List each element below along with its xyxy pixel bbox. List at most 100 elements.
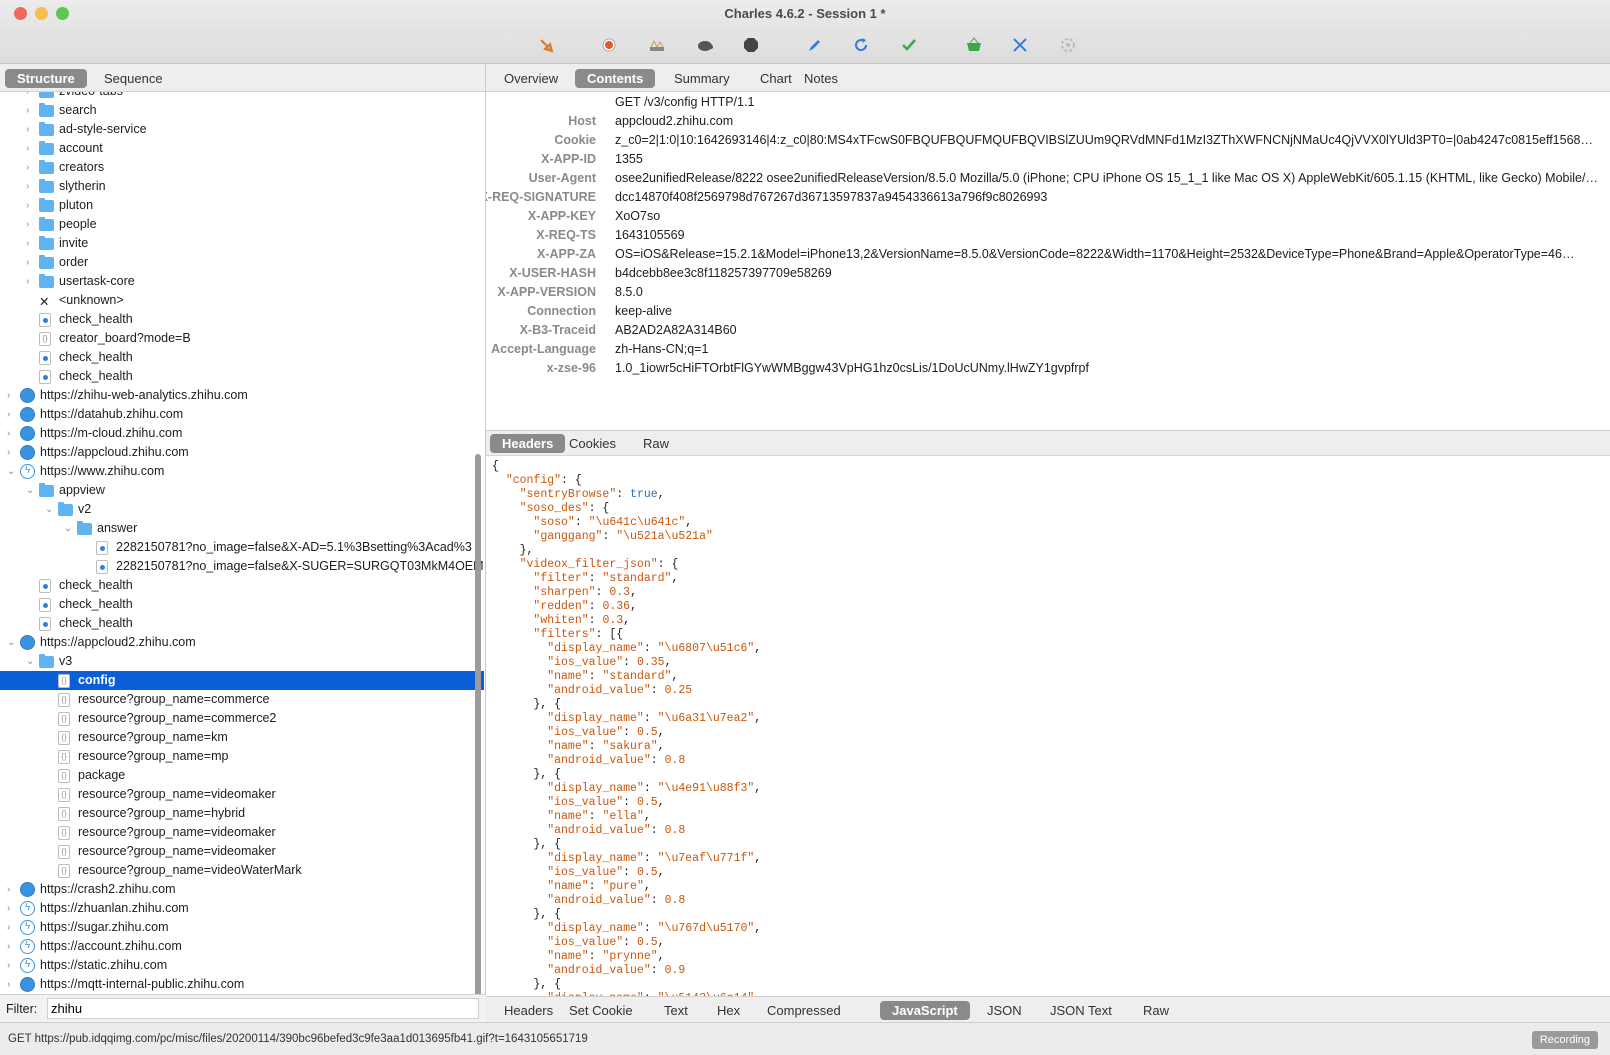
tree-row[interactable]: › https://zhihu-web-analytics.zhihu.com [0,386,484,405]
tree-row[interactable]: › ad-style-service [0,120,484,139]
tree-row[interactable]: › pluton [0,196,484,215]
chevron-down-icon[interactable]: ⌄ [45,500,55,519]
chevron-right-icon[interactable]: › [7,956,17,975]
check-icon[interactable] [900,36,918,54]
header-row[interactable]: Cookie z_c0=2|1:0|10:1642693146|4:z_c0|80… [486,131,1610,150]
tree-row[interactable]: {} resource?group_name=videomaker [0,842,484,861]
tree-row[interactable]: ⌄ v2 [0,500,484,519]
chevron-down-icon[interactable]: ⌄ [26,481,36,500]
tab-headers[interactable]: Headers [490,434,566,453]
tree-row[interactable]: › ϟ https://sugar.zhihu.com [0,918,484,937]
tab-javascript[interactable]: JavaScript [880,1001,970,1020]
turtle-icon[interactable] [696,36,714,54]
tree-row[interactable]: check_health [0,348,484,367]
record-icon[interactable] [600,36,618,54]
header-row[interactable]: User-Agent osee2unifiedRelease/8222 osee2… [486,169,1610,188]
tree-row[interactable]: {} package [0,766,484,785]
chevron-right-icon[interactable]: › [7,443,17,462]
tab-summary[interactable]: Summary [662,69,742,88]
tree-row[interactable]: › slytherin [0,177,484,196]
chevron-right-icon[interactable]: › [7,918,17,937]
tab-hex[interactable]: Hex [705,1001,752,1020]
header-row[interactable]: X-REQ-TS 1643105569 [486,226,1610,245]
tab-resp-raw[interactable]: Raw [1131,1001,1181,1020]
tab-notes[interactable]: Notes [792,69,850,88]
chevron-right-icon[interactable]: › [26,158,36,177]
pen-icon[interactable] [806,36,824,54]
tree-row[interactable]: ⌄ v3 [0,652,484,671]
tree-row[interactable]: ✕ <unknown> [0,291,484,310]
tab-json[interactable]: JSON [975,1001,1034,1020]
chevron-down-icon[interactable]: ⌄ [26,652,36,671]
tree-scrollbar[interactable] [475,454,481,1054]
chevron-right-icon[interactable]: › [7,424,17,443]
filter-input[interactable] [47,998,479,1019]
tree-row[interactable]: › https://mqtt-internal-public.zhihu.com [0,975,484,992]
tree-row[interactable]: check_health [0,576,484,595]
recording-badge[interactable]: Recording [1531,1031,1598,1049]
tree-row[interactable]: ⌄ answer [0,519,484,538]
tab-resp-headers[interactable]: Headers [492,1001,565,1020]
chevron-down-icon[interactable]: ⌄ [7,462,17,481]
tree-row[interactable]: › ϟ https://account.zhihu.com [0,937,484,956]
header-row[interactable]: X-APP-ZA OS=iOS&Release=15.2.1&Model=iPho… [486,245,1610,264]
tree-row[interactable]: › search [0,101,484,120]
header-row[interactable]: Accept-Language zh-Hans-CN;q=1 [486,340,1610,359]
tools-icon[interactable] [1011,36,1029,54]
tree-row[interactable]: ⌄ ϟ https://www.zhihu.com [0,462,484,481]
chevron-right-icon[interactable]: › [7,386,17,405]
tree-row[interactable]: check_health [0,310,484,329]
header-row[interactable]: X-REQ-SIGNATURE dcc14870f408f2569798d7672… [486,188,1610,207]
tree-row[interactable]: {} resource?group_name=commerce2 [0,709,484,728]
broom-icon[interactable] [537,36,555,54]
header-row[interactable]: X-APP-VERSION 8.5.0 [486,283,1610,302]
chevron-right-icon[interactable]: › [26,196,36,215]
request-headers-table[interactable]: GET /v3/config HTTP/1.1 Host appcloud2.zhi… [486,92,1610,430]
tree-row[interactable]: › usertask-core [0,272,484,291]
throttle-icon[interactable] [648,36,666,54]
chevron-right-icon[interactable]: › [26,120,36,139]
tree-row[interactable]: › https://crash2.zhihu.com [0,880,484,899]
response-json-view[interactable]: { "config": { "sentryBrowse": true, "sos… [486,456,1610,996]
chevron-right-icon[interactable]: › [26,215,36,234]
chevron-right-icon[interactable]: › [7,975,17,992]
tree-row[interactable]: 2282150781?no_image=false&X-SUGER=SURGQT… [0,557,484,576]
tab-compressed[interactable]: Compressed [755,1001,853,1020]
tree-row[interactable]: check_health [0,595,484,614]
chevron-right-icon[interactable]: › [7,899,17,918]
chevron-right-icon[interactable]: › [26,101,36,120]
tree-row[interactable]: › ϟ https://zhuanlan.zhihu.com [0,899,484,918]
tab-overview[interactable]: Overview [492,69,570,88]
tab-json-text[interactable]: JSON Text [1038,1001,1124,1020]
tab-set-cookie[interactable]: Set Cookie [557,1001,645,1020]
tree-row[interactable]: {} resource?group_name=commerce [0,690,484,709]
chevron-right-icon[interactable]: › [26,92,36,101]
chevron-right-icon[interactable]: › [26,272,36,291]
header-row[interactable]: X-USER-HASH b4dcebb8ee3c8f118257397709e58… [486,264,1610,283]
chevron-right-icon[interactable]: › [26,139,36,158]
tree-row[interactable]: 2282150781?no_image=false&X-AD=5.1%3Bset… [0,538,484,557]
header-row[interactable]: GET /v3/config HTTP/1.1 [486,93,1610,112]
header-row[interactable]: x-zse-96 1.0_1iowr5cHiFTOrbtFlGYwWMBggw43… [486,359,1610,378]
chevron-right-icon[interactable]: › [26,234,36,253]
refresh-icon[interactable] [852,36,870,54]
header-row[interactable]: X-APP-KEY XoO7so [486,207,1610,226]
tree-row[interactable]: {} resource?group_name=mp [0,747,484,766]
tree-row[interactable]: › https://datahub.zhihu.com [0,405,484,424]
header-row[interactable]: X-APP-ID 1355 [486,150,1610,169]
tree-row[interactable]: {} resource?group_name=km [0,728,484,747]
tab-structure[interactable]: Structure [5,69,87,88]
tree-row[interactable]: › creators [0,158,484,177]
stop-icon[interactable] [742,36,760,54]
header-row[interactable]: Connection keep-alive [486,302,1610,321]
tree-row[interactable]: {} creator_board?mode=B [0,329,484,348]
tree-row[interactable]: › https://appcloud.zhihu.com [0,443,484,462]
header-row[interactable]: Host appcloud2.zhihu.com [486,112,1610,131]
chevron-down-icon[interactable]: ⌄ [64,519,74,538]
tab-sequence[interactable]: Sequence [92,69,175,88]
tab-text[interactable]: Text [652,1001,700,1020]
tree-row[interactable]: check_health [0,367,484,386]
tree-row[interactable]: › account [0,139,484,158]
tab-raw[interactable]: Raw [631,434,681,453]
tab-cookies[interactable]: Cookies [557,434,628,453]
